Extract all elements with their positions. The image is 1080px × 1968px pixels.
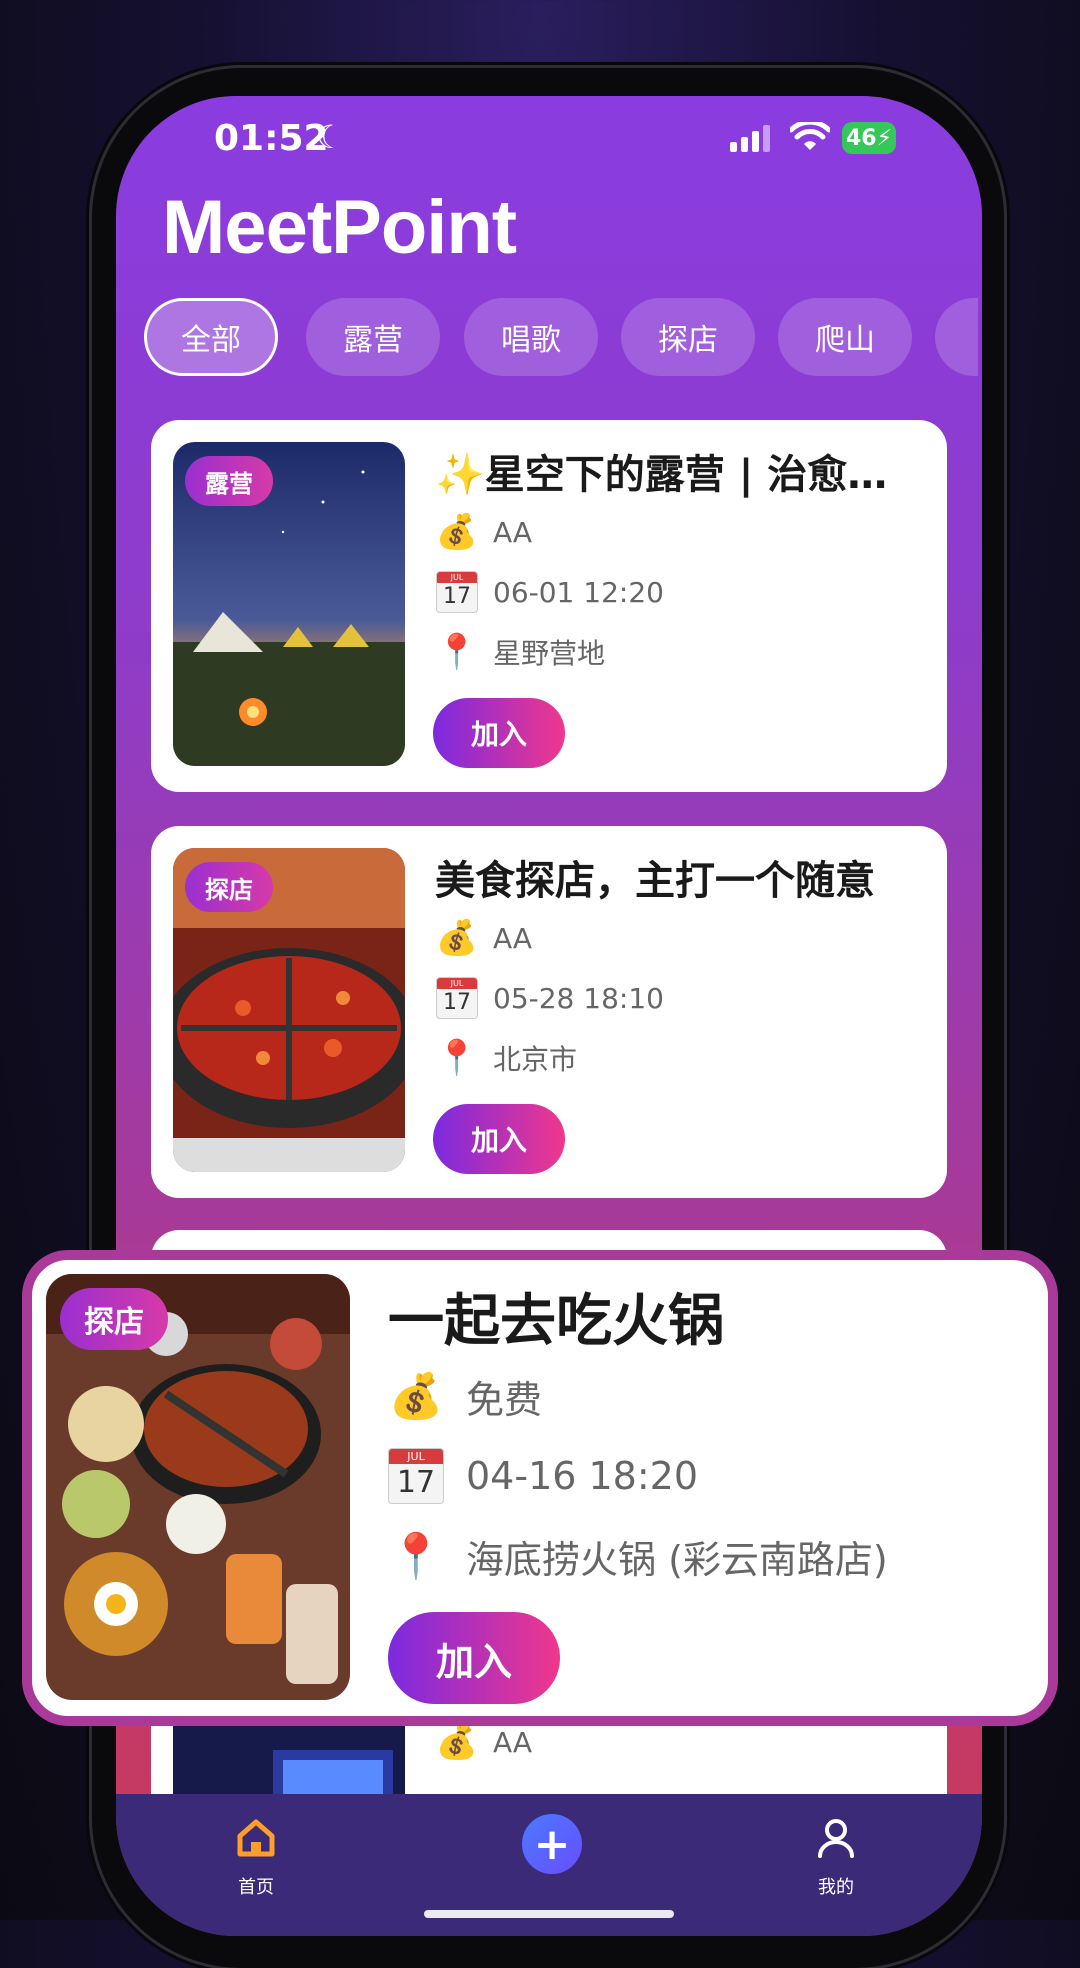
calendar-icon: JUL 17 [435, 570, 479, 614]
join-button[interactable]: 加入 [388, 1612, 560, 1704]
money-bag-icon: 💰 [435, 1722, 479, 1762]
tab-mine-label: 我的 [818, 1877, 854, 1898]
tab-home-label: 首页 [238, 1877, 274, 1898]
user-icon [818, 1819, 854, 1858]
cost-text: AA [493, 1725, 533, 1759]
money-bag-icon: 💰 [435, 512, 479, 552]
activity-title: 一起去吃火锅 [388, 1289, 724, 1354]
add-button[interactable]: + [522, 1814, 582, 1874]
category-chips: 全部 露营 唱歌 探店 爬山 [144, 298, 978, 380]
highlighted-activity-card[interactable]: 探店 一起去吃火锅 💰 免费 JUL 17 04-16 18:20 📍 海底捞火锅… [22, 1250, 1058, 1726]
calendar-month: JUL [437, 572, 477, 583]
location-text: 北京市 [493, 1043, 578, 1076]
cost-text: AA [493, 921, 533, 955]
home-icon [237, 1819, 275, 1857]
pin-icon: 📍 [435, 1038, 479, 1078]
money-bag-icon: 💰 [435, 918, 479, 958]
cost-row: 💰 免费 [388, 1366, 542, 1426]
datetime-row: JUL 17 05-28 18:10 [435, 976, 664, 1020]
category-tag: 探店 [60, 1288, 168, 1350]
chip-all[interactable]: 全部 [144, 298, 278, 376]
join-button[interactable]: 加入 [433, 1104, 565, 1174]
location-row: 📍 北京市 [435, 1036, 577, 1080]
chip-hiking[interactable]: 爬山 [778, 298, 912, 376]
battery-level: 46 [845, 125, 877, 151]
tab-bar: 首页 + 我的 [116, 1794, 982, 1936]
status-bar: 01:52 ☾ 46 ⚡ [116, 96, 982, 186]
join-button[interactable]: 加入 [433, 698, 565, 768]
location-text: 星野营地 [493, 637, 606, 670]
category-tag: 露营 [185, 456, 273, 506]
chip-more[interactable] [935, 298, 978, 376]
datetime-row: JUL 17 06-01 12:20 [435, 570, 664, 614]
datetime-text: 04-16 18:20 [466, 1454, 699, 1498]
moon-icon: ☾ [316, 118, 345, 156]
cost-row: 💰 AA [435, 1720, 532, 1764]
tab-mine[interactable]: 我的 [776, 1814, 896, 1899]
datetime-text: 05-28 18:10 [493, 981, 664, 1015]
chip-explore-shop[interactable]: 探店 [621, 298, 755, 376]
activity-title: 美食探店，主打一个随意 [435, 858, 875, 904]
pin-icon: 📍 [388, 1531, 444, 1582]
calendar-day: 17 [443, 584, 471, 609]
activity-card[interactable]: 露营 ✨星空下的露营 | 治愈… 💰 AA JUL 17 06-01 12:20 … [151, 420, 947, 792]
signal-icon [730, 125, 770, 152]
activity-image: 探店 [46, 1274, 350, 1700]
home-indicator [424, 1910, 674, 1918]
cost-row: 💰 AA [435, 916, 532, 960]
chip-camping[interactable]: 露营 [306, 298, 440, 376]
calendar-month: JUL [437, 978, 477, 989]
calendar-icon: JUL 17 [388, 1448, 444, 1504]
pin-icon: 📍 [435, 632, 479, 672]
datetime-text: 06-01 12:20 [493, 575, 664, 609]
activity-image: 探店 [173, 848, 405, 1172]
status-time: 01:52 [214, 118, 329, 159]
tab-home[interactable]: 首页 [196, 1814, 316, 1899]
calendar-day: 17 [443, 990, 471, 1015]
money-bag-icon: 💰 [388, 1371, 444, 1422]
location-text: 海底捞火锅 (彩云南路店) [466, 1537, 888, 1582]
calendar-day: 17 [396, 1465, 436, 1500]
datetime-row: JUL 17 04-16 18:20 [388, 1446, 698, 1506]
battery-icon: 46 ⚡ [842, 122, 896, 154]
cost-text: 免费 [466, 1377, 543, 1422]
cost-text: AA [493, 515, 533, 549]
activity-image: 露营 [173, 442, 405, 766]
cost-row: 💰 AA [435, 510, 532, 554]
wifi-icon [790, 122, 830, 150]
location-row: 📍 海底捞火锅 (彩云南路店) [388, 1526, 888, 1586]
category-tag: 探店 [185, 862, 273, 912]
app-title: MeetPoint [162, 185, 517, 270]
chip-singing[interactable]: 唱歌 [464, 298, 598, 376]
activity-title: ✨星空下的露营 | 治愈… [435, 452, 888, 498]
location-row: 📍 星野营地 [435, 630, 605, 674]
calendar-icon: JUL 17 [435, 976, 479, 1020]
activity-card[interactable]: 探店 美食探店，主打一个随意 💰 AA JUL 17 05-28 18:10 📍 … [151, 826, 947, 1198]
calendar-month: JUL [389, 1449, 443, 1464]
